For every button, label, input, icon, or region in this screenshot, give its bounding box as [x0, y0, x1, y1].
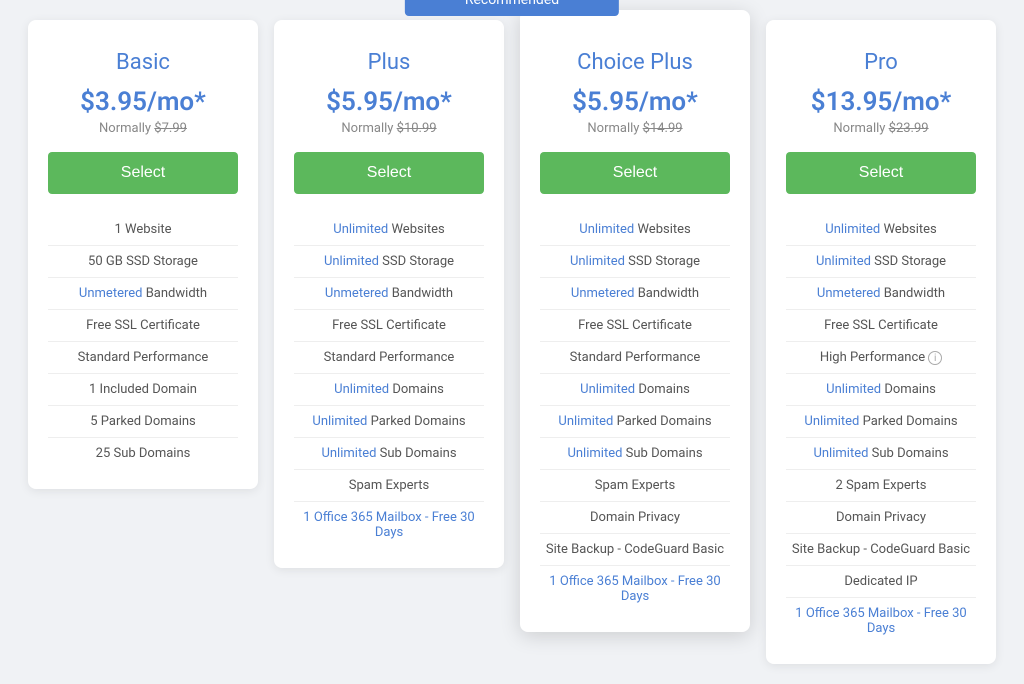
feature-item: Free SSL Certificate [540, 309, 730, 341]
plan-normal-price-plus: Normally $10.99 [341, 121, 436, 136]
feature-item: 50 GB SSD Storage [48, 245, 238, 277]
plan-normal-price-choice-plus: Normally $14.99 [587, 121, 682, 136]
plan-name-choice-plus: Choice Plus [577, 50, 693, 75]
feature-item: Site Backup - CodeGuard Basic [786, 533, 976, 565]
plan-price-pro: $13.95/mo* [811, 87, 952, 117]
feature-item: Site Backup - CodeGuard Basic [540, 533, 730, 565]
feature-item: Unlimited Domains [786, 373, 976, 405]
plan-normal-price-pro: Normally $23.99 [833, 121, 928, 136]
feature-item: Unlimited Parked Domains [294, 405, 484, 437]
feature-item: Unlimited Domains [540, 373, 730, 405]
feature-item: Unlimited Sub Domains [540, 437, 730, 469]
pricing-container: Recommended Basic$3.95/mo*Normally $7.99… [20, 20, 1004, 664]
feature-item: Unlimited SSD Storage [786, 245, 976, 277]
feature-item: 1 Office 365 Mailbox - Free 30 Days [540, 565, 730, 612]
plan-price-basic: $3.95/mo* [80, 87, 206, 117]
feature-item: 1 Office 365 Mailbox - Free 30 Days [786, 597, 976, 644]
feature-item: Unlimited Parked Domains [786, 405, 976, 437]
feature-item: Standard Performance [48, 341, 238, 373]
feature-item: 5 Parked Domains [48, 405, 238, 437]
feature-item: Free SSL Certificate [294, 309, 484, 341]
plan-normal-price-basic: Normally $7.99 [99, 121, 187, 136]
features-list-plus: Unlimited WebsitesUnlimited SSD StorageU… [294, 214, 484, 548]
feature-item: Domain Privacy [786, 501, 976, 533]
feature-item: 2 Spam Experts [786, 469, 976, 501]
feature-item: Unlimited SSD Storage [540, 245, 730, 277]
select-button-plus[interactable]: Select [294, 152, 484, 194]
feature-item: 25 Sub Domains [48, 437, 238, 469]
features-list-basic: 1 Website50 GB SSD StorageUnmetered Band… [48, 214, 238, 469]
features-list-choice-plus: Unlimited WebsitesUnlimited SSD StorageU… [540, 214, 730, 612]
recommended-badge: Recommended [405, 0, 619, 16]
feature-item: 1 Included Domain [48, 373, 238, 405]
feature-item: Unmetered Bandwidth [294, 277, 484, 309]
select-button-choice-plus[interactable]: Select [540, 152, 730, 194]
feature-item: Unlimited Sub Domains [294, 437, 484, 469]
feature-item: Unlimited Websites [540, 214, 730, 245]
feature-item: Dedicated IP [786, 565, 976, 597]
select-button-pro[interactable]: Select [786, 152, 976, 194]
feature-item: 1 Website [48, 214, 238, 245]
feature-item: Unlimited Parked Domains [540, 405, 730, 437]
feature-item: Unmetered Bandwidth [540, 277, 730, 309]
plan-name-basic: Basic [116, 50, 170, 75]
plan-card-basic: Basic $3.95/mo* Normally $7.99 Select 1 Webs… [28, 20, 258, 489]
feature-item: Unlimited Sub Domains [786, 437, 976, 469]
feature-item: Unlimited Domains [294, 373, 484, 405]
feature-item: Standard Performance [540, 341, 730, 373]
feature-item: Spam Experts [294, 469, 484, 501]
features-list-pro: Unlimited WebsitesUnlimited SSD StorageU… [786, 214, 976, 644]
plan-card-choice-plus: Choice Plus $5.95/mo* Normally $14.99 Selec… [520, 10, 750, 632]
plan-price-plus: $5.95/mo* [326, 87, 452, 117]
select-button-basic[interactable]: Select [48, 152, 238, 194]
feature-item: Unmetered Bandwidth [786, 277, 976, 309]
feature-item: Unmetered Bandwidth [48, 277, 238, 309]
feature-item: 1 Office 365 Mailbox - Free 30 Days [294, 501, 484, 548]
plan-name-plus: Plus [368, 50, 411, 75]
plan-card-pro: Pro $13.95/mo* Normally $23.99 Select Unlimi… [766, 20, 996, 664]
feature-item: High Performancei [786, 341, 976, 373]
plan-card-plus: Plus $5.95/mo* Normally $10.99 Select Unlimi… [274, 20, 504, 568]
feature-item: Standard Performance [294, 341, 484, 373]
feature-item: Free SSL Certificate [48, 309, 238, 341]
plan-price-choice-plus: $5.95/mo* [572, 87, 698, 117]
feature-item: Free SSL Certificate [786, 309, 976, 341]
feature-item: Unlimited SSD Storage [294, 245, 484, 277]
feature-item: Unlimited Websites [294, 214, 484, 245]
feature-item: Domain Privacy [540, 501, 730, 533]
feature-item: Unlimited Websites [786, 214, 976, 245]
plan-name-pro: Pro [864, 50, 898, 75]
feature-item: Spam Experts [540, 469, 730, 501]
